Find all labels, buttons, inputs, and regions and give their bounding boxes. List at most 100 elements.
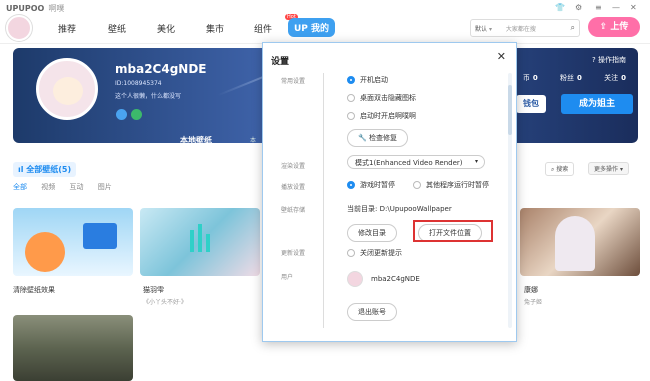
- stat-fans[interactable]: 粉丝 0: [550, 74, 582, 82]
- nav-recommend[interactable]: 推荐: [58, 22, 76, 35]
- filter-interactive[interactable]: 互动: [69, 183, 83, 191]
- radio[interactable]: [347, 249, 355, 257]
- search-scope[interactable]: 默认: [475, 26, 487, 33]
- profile-id: ID:1008945374: [115, 80, 162, 87]
- settings-title: 设置: [271, 57, 290, 67]
- radio-checked[interactable]: [347, 76, 355, 84]
- nav-widget[interactable]: 组件: [254, 22, 272, 35]
- option-close-update[interactable]: 关闭更新提示: [347, 248, 402, 258]
- render-mode-select[interactable]: 模式1(Enhanced Video Render) ▾: [347, 155, 485, 169]
- nav-beautify[interactable]: 美化: [157, 22, 175, 35]
- help-icon: ?: [592, 56, 596, 64]
- upload-label: 上传: [610, 22, 629, 32]
- filter-image[interactable]: 图片: [98, 183, 112, 191]
- option-auto-mute[interactable]: 启动时开启啊噗啊: [347, 111, 416, 121]
- tab-local-wallpaper[interactable]: 本地壁纸: [180, 135, 212, 146]
- section-general[interactable]: 常用设置: [281, 76, 305, 85]
- profile-username: mba2C4gNDE: [115, 62, 207, 76]
- wallpaper-card-maoyu[interactable]: [140, 208, 260, 276]
- logout-button[interactable]: 退出账号: [347, 303, 397, 321]
- chevron-down-icon: ▾: [488, 26, 492, 33]
- wallpaper-card-kanna[interactable]: [520, 208, 640, 276]
- menu-icon[interactable]: ≡: [595, 3, 602, 12]
- audio-bar-decoration: [190, 230, 194, 252]
- radio[interactable]: [347, 94, 355, 102]
- user-row: mba2C4gNDE: [347, 271, 420, 287]
- upload-button[interactable]: ⇪ 上传: [588, 17, 640, 37]
- stat-label: 币: [522, 74, 530, 82]
- user-name: mba2C4gNDE: [371, 275, 420, 283]
- more-ops-button[interactable]: 更多操作 ▾: [588, 162, 629, 175]
- select-value: 模式1(Enhanced Video Render): [355, 159, 463, 167]
- option-dblclick-hide[interactable]: 桌面双击隐藏图标: [347, 93, 416, 103]
- current-dir-path: D:\UpupooWallpaper: [379, 205, 452, 213]
- more-ops-label: 更多操作: [594, 166, 619, 173]
- option-autostart[interactable]: 开机启动: [347, 75, 388, 85]
- settings-dialog: 设置 ✕ 常用设置 渲染设置 播放设置 壁纸存储 更新设置 用户 开机启动 桌面…: [262, 42, 517, 342]
- section-storage[interactable]: 壁纸存储: [281, 205, 305, 214]
- profile-avatar[interactable]: [36, 58, 98, 120]
- check-repair-button[interactable]: 🔧 检查修复: [347, 129, 408, 147]
- all-wallpapers-label[interactable]: ıl 全部壁纸(5): [13, 162, 77, 177]
- stat-follow[interactable]: 关注 0: [594, 74, 626, 82]
- stat-value: 0: [577, 74, 582, 82]
- character-illustration: [555, 216, 595, 271]
- chart-icon: ıl: [18, 165, 24, 174]
- option-label: 关闭更新提示: [360, 249, 402, 257]
- profile-stats: 币0 粉丝 0 关注 0: [503, 73, 626, 83]
- option-pause-other[interactable]: 其他程序运行时暂停: [413, 180, 489, 190]
- tab-other[interactable]: 本: [250, 135, 256, 144]
- settings-icon[interactable]: ⚙: [575, 3, 582, 12]
- wallpaper-card-street[interactable]: [13, 315, 133, 381]
- become-owner-button[interactable]: 成为姐主: [561, 94, 633, 114]
- card-author: 兔子姬: [524, 299, 543, 306]
- audio-bar-decoration: [198, 224, 202, 252]
- nav-wallpaper[interactable]: 壁纸: [108, 22, 126, 35]
- avatar-face: [53, 77, 83, 105]
- option-label: 游戏时暂停: [360, 181, 395, 189]
- chevron-down-icon: ▾: [474, 158, 478, 165]
- close-icon[interactable]: ✕: [630, 3, 637, 12]
- nav-mine[interactable]: UP 我的: [288, 18, 336, 37]
- filter-bar: 全部 视频 互动 图片: [13, 182, 124, 192]
- audio-bar-decoration: [206, 234, 210, 252]
- close-icon[interactable]: ✕: [497, 50, 506, 63]
- app-logo: UPUPOO 啊噗: [6, 3, 64, 14]
- wallet-button[interactable]: 钱包: [516, 95, 546, 113]
- user-avatar[interactable]: [6, 15, 32, 41]
- search-input[interactable]: 大家都在搜: [506, 26, 536, 33]
- radio[interactable]: [347, 112, 355, 120]
- scrollbar-thumb[interactable]: [508, 85, 512, 135]
- app-subtitle: 啊噗: [48, 4, 65, 13]
- radio-checked[interactable]: [347, 181, 355, 189]
- radio[interactable]: [413, 181, 421, 189]
- filter-all[interactable]: 全部: [13, 183, 27, 191]
- filter-video[interactable]: 视频: [41, 183, 55, 191]
- section-user[interactable]: 用户: [281, 272, 293, 281]
- search-icon[interactable]: ⌕: [571, 23, 575, 33]
- top-bar: UPUPOO 啊噗 推荐 壁纸 美化 集市 组件 Hot UP 我的 默认 ▾ 大…: [0, 0, 650, 44]
- profile-bio: 这个人很懒，什么都没写: [115, 93, 182, 100]
- user-avatar: [347, 271, 363, 287]
- option-label: 启动时开启啊噗啊: [360, 112, 416, 120]
- guide-link[interactable]: ? 操作指南: [592, 55, 626, 65]
- skin-icon[interactable]: 👕: [555, 3, 565, 12]
- feather-badge-icon[interactable]: [116, 109, 127, 120]
- card-title: 清除壁纸效果: [13, 286, 55, 294]
- upload-icon: ⇪: [599, 22, 608, 32]
- stat-value: 0: [532, 74, 538, 82]
- search-box[interactable]: 默认 ▾ 大家都在搜 ⌕: [470, 19, 580, 37]
- nav-market[interactable]: 集市: [206, 22, 224, 35]
- search-wallpaper-button[interactable]: ⌕ 搜索: [545, 162, 575, 176]
- section-playback[interactable]: 播放设置: [281, 182, 305, 191]
- section-update[interactable]: 更新设置: [281, 248, 305, 257]
- minimize-icon[interactable]: —: [612, 3, 620, 12]
- scrollbar[interactable]: [508, 73, 512, 328]
- search-label: 搜索: [556, 166, 569, 173]
- change-directory-button[interactable]: 修改目录: [347, 224, 397, 242]
- card-title: 猫羽雫: [143, 286, 164, 294]
- option-pause-game[interactable]: 游戏时暂停: [347, 180, 395, 190]
- wallpaper-card-clear[interactable]: [13, 208, 133, 276]
- section-render[interactable]: 渲染设置: [281, 161, 305, 170]
- leaf-badge-icon[interactable]: [131, 109, 142, 120]
